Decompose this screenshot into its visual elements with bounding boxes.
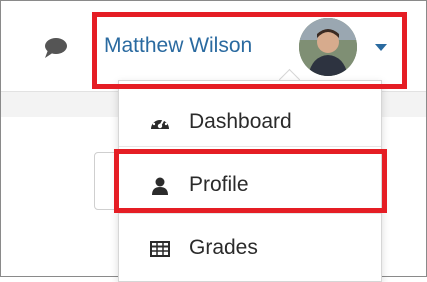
- user-avatar[interactable]: [299, 18, 357, 76]
- user-dropdown-menu: Dashboard Profile Grades: [118, 80, 382, 282]
- menu-item-label: Dashboard: [189, 110, 292, 133]
- table-icon: [149, 239, 171, 259]
- dashboard-icon: [149, 113, 171, 133]
- menu-item-dashboard[interactable]: Dashboard: [119, 98, 381, 148]
- user-name[interactable]: Matthew Wilson: [104, 34, 252, 58]
- menu-item-label: Grades: [189, 236, 258, 259]
- message-bubble-icon[interactable]: [42, 36, 70, 60]
- menu-item-label: Profile: [189, 173, 249, 196]
- menu-item-profile[interactable]: Profile: [119, 161, 381, 211]
- user-menu-toggle[interactable]: Matthew Wilson: [92, 13, 406, 88]
- menu-item-grades[interactable]: Grades: [119, 224, 381, 274]
- chevron-down-icon[interactable]: [375, 44, 387, 51]
- menu-divider: [119, 213, 381, 214]
- menu-divider: [119, 146, 381, 147]
- user-icon: [149, 176, 171, 196]
